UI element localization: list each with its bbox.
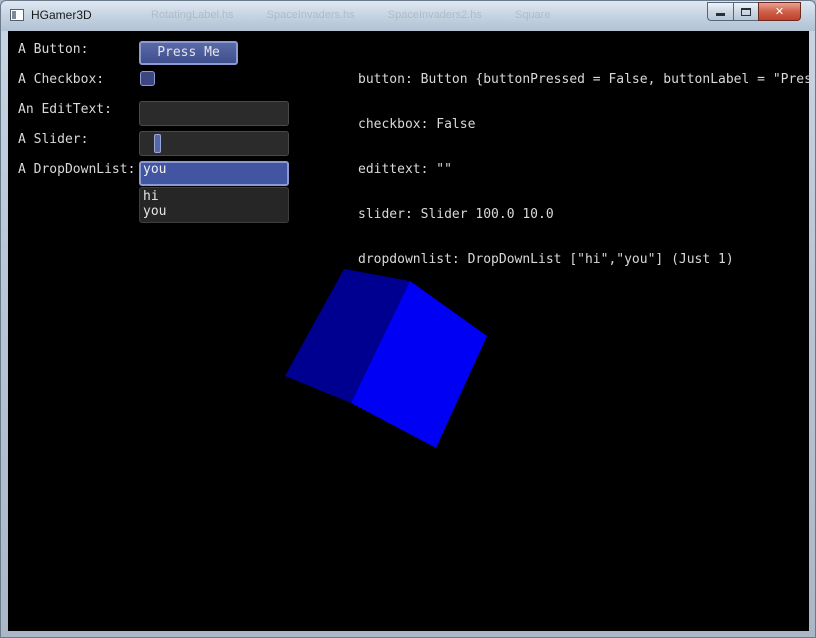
slider-label: A Slider:	[18, 132, 89, 147]
status-line-edittext: edittext: ""	[358, 162, 452, 177]
dropdown-selected[interactable]: you	[139, 161, 289, 186]
background-window-tabs: RotatingLabel.hs SpaceInvaders.hs SpaceI…	[151, 9, 711, 25]
close-icon: ✕	[774, 5, 785, 18]
render-viewport[interactable]: A Button: Press Me A Checkbox: An EditTe…	[8, 31, 809, 631]
edittext-input[interactable]	[139, 101, 289, 126]
app-window: HGamer3D RotatingLabel.hs SpaceInvaders.…	[0, 0, 816, 638]
minimize-icon	[716, 13, 725, 16]
slider-track[interactable]	[139, 131, 289, 156]
status-line-button: button: Button {buttonPressed = False, b…	[358, 72, 809, 87]
window-controls: ✕	[707, 2, 801, 22]
slider-handle[interactable]	[154, 134, 162, 153]
dropdown-option[interactable]: hi	[143, 189, 285, 204]
rotating-cube	[285, 269, 487, 448]
edittext-label: An EditText:	[18, 102, 112, 117]
status-line-checkbox: checkbox: False	[358, 117, 476, 132]
background-tab: RotatingLabel.hs	[151, 9, 234, 21]
background-tab: SpaceInvaders.hs	[266, 9, 355, 21]
status-output: button: Button {buttonPressed = False, b…	[358, 42, 809, 297]
dropdown-option[interactable]: you	[143, 204, 285, 219]
minimize-button[interactable]	[707, 2, 733, 21]
button-label: A Button:	[18, 42, 89, 57]
title-bar[interactable]: HGamer3D RotatingLabel.hs SpaceInvaders.…	[1, 1, 815, 31]
maximize-icon	[741, 7, 751, 16]
dropdown-list: hi you	[139, 187, 289, 223]
window-title: HGamer3D	[31, 8, 92, 22]
checkbox[interactable]	[140, 71, 155, 86]
status-line-slider: slider: Slider 100.0 10.0	[358, 207, 554, 222]
maximize-button[interactable]	[733, 2, 758, 21]
checkbox-label: A Checkbox:	[18, 72, 105, 87]
background-tab: SpaceInvaders2.hs	[387, 9, 482, 21]
dropdown-label: A DropDownList:	[18, 162, 136, 177]
background-tab: Square	[514, 9, 551, 21]
app-window-icon[interactable]	[10, 9, 24, 21]
press-me-button[interactable]: Press Me	[139, 41, 238, 65]
close-button[interactable]: ✕	[758, 2, 801, 21]
